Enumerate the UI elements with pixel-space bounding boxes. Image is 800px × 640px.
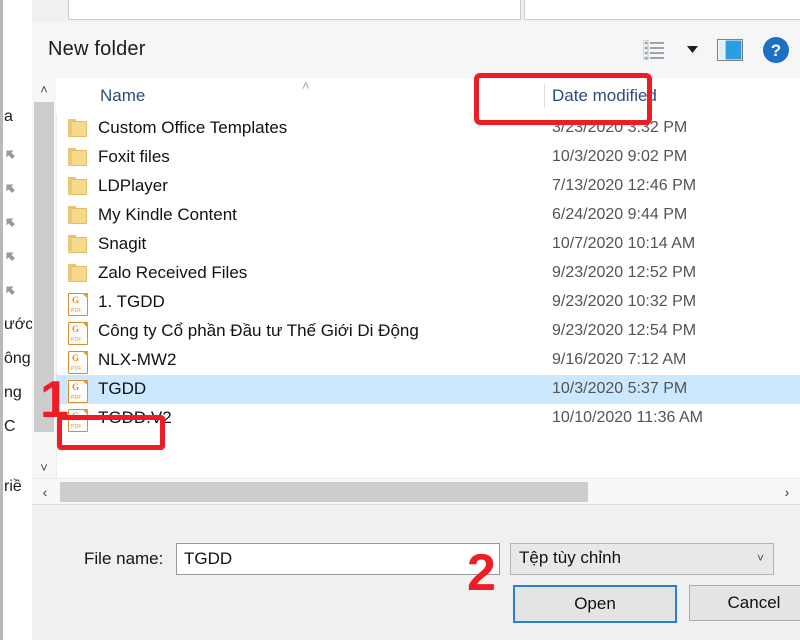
address-refresh-button[interactable] bbox=[476, 0, 521, 20]
dialog-footer: File name: TGDD Tệp tùy chỉnh ˅ Open Can… bbox=[32, 504, 800, 640]
file-name-cell: LDPlayer bbox=[98, 176, 168, 195]
window-left-edge bbox=[0, 0, 3, 640]
file-name-cell: NLX-MW2 bbox=[98, 350, 177, 369]
dialog-toolbar: New folder ? bbox=[32, 22, 800, 79]
cancel-button[interactable]: Cancel bbox=[689, 585, 800, 621]
nav-fragment-2[interactable]: ông bbox=[4, 350, 31, 368]
date-modified-cell: 9/23/2020 10:32 PM bbox=[552, 293, 697, 310]
date-modified-cell: 9/23/2020 12:52 PM bbox=[552, 264, 697, 281]
preview-pane-icon[interactable] bbox=[714, 34, 746, 66]
nav-fragment-4[interactable]: C bbox=[4, 418, 16, 436]
table-row[interactable]: Snagit10/7/2020 10:14 AMFile bbox=[56, 230, 800, 259]
pin-icon bbox=[2, 282, 18, 298]
date-modified-cell: 7/13/2020 12:46 PM bbox=[552, 177, 697, 194]
table-row[interactable]: GPDFTGDD.V210/10/2020 11:36 AMFox bbox=[56, 404, 800, 433]
header-divider[interactable] bbox=[544, 84, 545, 108]
column-header-name[interactable]: Name bbox=[100, 86, 145, 106]
pin-icon bbox=[2, 146, 18, 162]
pdf-icon: G PDF bbox=[68, 351, 88, 374]
nav-fragment-1[interactable]: ước bbox=[4, 316, 33, 334]
address-bar[interactable]: This PC › Documents bbox=[68, 0, 478, 20]
column-header-date-modified[interactable]: Date modified bbox=[552, 86, 657, 106]
table-row[interactable]: Custom Office Templates 3/23/2020 3:32 PM… bbox=[56, 114, 800, 143]
file-name-value: TGDD bbox=[184, 549, 233, 568]
table-row[interactable]: Zalo Received Files9/23/2020 12:52 PMFil… bbox=[56, 259, 800, 288]
file-type-dropdown[interactable]: Tệp tùy chỉnh ˅ bbox=[510, 543, 774, 575]
folder-icon bbox=[68, 235, 88, 255]
open-button[interactable]: Open bbox=[513, 585, 677, 623]
file-name-cell: My Kindle Content bbox=[98, 205, 237, 224]
pin-icon bbox=[2, 248, 18, 264]
file-name-cell: TGDD bbox=[98, 379, 147, 398]
pdf-icon: G PDF bbox=[68, 409, 88, 432]
file-name-input[interactable]: TGDD bbox=[176, 543, 500, 575]
new-folder-button[interactable]: New folder bbox=[48, 38, 146, 61]
pdf-icon: G PDF bbox=[68, 322, 88, 345]
file-type-value: Tệp tùy chỉnh bbox=[519, 548, 622, 567]
help-icon[interactable]: ? bbox=[760, 34, 792, 66]
file-name-cell: TGDD.V2 bbox=[98, 408, 172, 427]
file-rows: Custom Office Templates 3/23/2020 3:32 PM… bbox=[56, 114, 800, 478]
table-row[interactable]: My Kindle Content6/24/2020 9:44 PMFile bbox=[56, 201, 800, 230]
folder-icon bbox=[68, 206, 88, 226]
scroll-up-arrow-icon[interactable]: ˄ bbox=[32, 78, 56, 100]
date-modified-cell: 9/16/2020 7:12 AM bbox=[552, 351, 687, 368]
list-view-icon[interactable] bbox=[638, 34, 670, 66]
date-modified-cell: 10/3/2020 9:02 PM bbox=[552, 148, 688, 165]
file-name-label: File name: bbox=[84, 549, 164, 568]
table-row[interactable]: GPDFTGDD10/3/2020 5:37 PMFox bbox=[56, 375, 800, 404]
file-name-cell: Foxit files bbox=[98, 147, 170, 166]
scroll-right-arrow-icon[interactable]: › bbox=[774, 479, 800, 505]
date-modified-cell: 10/10/2020 11:36 AM bbox=[552, 409, 703, 426]
file-name-cell: Custom Office Templates bbox=[98, 118, 288, 137]
nav-fragment-3[interactable]: ng bbox=[4, 384, 22, 402]
date-modified-cell: 3/23/2020 3:32 PM bbox=[552, 119, 688, 136]
table-row[interactable]: GPDFNLX-MW29/16/2020 7:12 AMFox bbox=[56, 346, 800, 375]
file-list-region: ˄ ˅ ˄ Name Date modified Typ Custom Offi… bbox=[32, 78, 800, 479]
table-row[interactable]: Foxit files10/3/2020 9:02 PMFile bbox=[56, 143, 800, 172]
folder-icon bbox=[68, 177, 88, 197]
date-modified-cell: 10/3/2020 5:37 PM bbox=[552, 380, 688, 397]
view-options-chevron-down-icon[interactable] bbox=[684, 34, 700, 66]
file-name-cell: Zalo Received Files bbox=[98, 263, 248, 282]
search-box[interactable]: ⚲ Search Documents bbox=[524, 0, 800, 20]
folder-icon bbox=[68, 148, 88, 168]
annotation-step-1: 1 bbox=[40, 371, 69, 429]
nav-fragment-5[interactable]: riề bbox=[4, 478, 22, 496]
chevron-down-icon: ˅ bbox=[756, 551, 764, 565]
file-name-cell: Công ty Cổ phần Đầu tư Thế Giới Di Động bbox=[98, 321, 419, 340]
table-row[interactable]: G PDF Công ty Cổ phần Đầu tư Thế Giới Di Đ… bbox=[56, 317, 800, 346]
annotation-step-2: 2 bbox=[467, 544, 496, 602]
file-open-dialog-screenshot: a ước ông ng C riề This PC › Documents bbox=[0, 0, 800, 640]
navigation-pane-fragment: a ước ông ng C riề bbox=[0, 0, 33, 640]
file-name-cell: Snagit bbox=[98, 234, 147, 253]
pin-icon bbox=[2, 214, 18, 230]
sort-ascending-icon: ˄ bbox=[302, 78, 310, 93]
pin-icon bbox=[2, 180, 18, 196]
folder-icon bbox=[68, 264, 88, 284]
scroll-left-arrow-icon[interactable]: ‹ bbox=[32, 479, 58, 505]
horizontal-scrollbar[interactable]: ‹ › bbox=[32, 478, 800, 505]
folder-icon bbox=[68, 119, 88, 139]
date-modified-cell: 9/23/2020 12:54 PM bbox=[552, 322, 697, 339]
address-bar-row: This PC › Documents ⚲ Search Documents bbox=[32, 0, 800, 22]
pdf-icon: G PDF bbox=[68, 293, 88, 316]
date-modified-cell: 10/7/2020 10:14 AM bbox=[552, 235, 696, 252]
table-row[interactable]: GPDF1. TGDD9/23/2020 10:32 PMFox bbox=[56, 288, 800, 317]
file-name-cell: 1. TGDD bbox=[98, 292, 165, 311]
date-modified-cell: 6/24/2020 9:44 PM bbox=[552, 206, 688, 223]
pdf-icon: G PDF bbox=[68, 380, 88, 403]
table-row[interactable]: LDPlayer7/13/2020 12:46 PMFile bbox=[56, 172, 800, 201]
column-header-row: ˄ Name Date modified Typ bbox=[56, 78, 800, 114]
svg-text:?: ? bbox=[771, 41, 781, 60]
horizontal-scroll-thumb[interactable] bbox=[60, 482, 588, 502]
nav-fragment-0[interactable]: a bbox=[4, 108, 13, 126]
scroll-down-arrow-icon[interactable]: ˅ bbox=[32, 456, 56, 478]
toolbar-icon-group: ? bbox=[638, 34, 792, 66]
